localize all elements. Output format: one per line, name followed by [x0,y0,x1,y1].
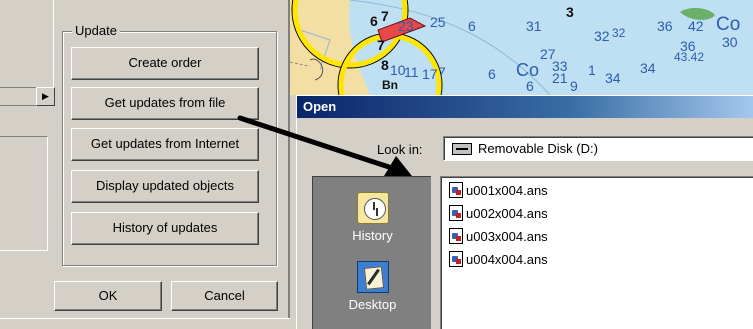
chart-depth: 3 [566,4,574,20]
chart-depth: Co [716,14,741,35]
places-desktop[interactable]: Desktop [313,261,432,312]
chart-depth: 7 [381,8,389,24]
chart-depth: 21 [552,70,568,86]
history-icon [356,192,389,224]
look-in-dropdown[interactable]: Removable Disk (D:) [443,136,753,161]
horizontal-scrollbar[interactable]: ▶ [0,87,56,106]
chart-depth: 23 [398,18,414,34]
file-list[interactable]: u001x004.ans u002x004.ans u003x004.ans u… [440,176,753,329]
display-updated-objects-button[interactable]: Display updated objects [71,170,259,203]
create-order-button[interactable]: Create order [71,47,259,80]
file-name: u003x004.ans [466,228,548,244]
desktop-icon [356,261,389,293]
open-file-dialog: Open Look in: Removable Disk (D:) Histor… [296,95,753,329]
get-updates-from-internet-button[interactable]: Get updates from Internet [71,128,259,161]
panel-bottom-edge [0,318,290,329]
chart-depth: 30 [722,34,738,50]
removable-disk-icon [452,143,472,155]
file-name: u002x004.ans [466,205,548,221]
chart-depth: 8 [381,57,389,73]
chart-depth: 7 [377,37,385,53]
chart-depth: 32 [594,28,610,44]
update-group-title: Update [72,23,120,38]
chart-depth: 31 [526,18,542,34]
chart-depth: 43.42 [674,50,705,64]
chart-depth: 17 [422,66,438,82]
places-history-label: History [352,228,393,243]
chart-depth: 36 [657,18,673,34]
chart-depth: 25 [430,14,446,30]
places-bar: History Desktop [312,176,431,329]
nautical-chart: 6 7 7 8 23 25 6 3 31 32 36 42 Co 36 30 4… [290,0,753,95]
chart-depth: 1 [588,62,596,78]
get-updates-from-file-button[interactable]: Get updates from file [71,87,259,120]
ans-file-icon [449,205,463,221]
look-in-value: Removable Disk (D:) [478,141,598,156]
chart-depth: 9 [570,78,578,94]
ok-button[interactable]: OK [54,281,162,311]
file-item[interactable]: u003x004.ans [449,227,548,245]
left-list-box [0,0,54,88]
places-history[interactable]: History [313,192,432,243]
file-item[interactable]: u001x004.ans [449,181,548,199]
chart-depth: 11 [404,64,419,80]
scroll-track[interactable] [0,87,36,106]
file-name: u001x004.ans [466,182,548,198]
dialog-title: Open [303,99,337,114]
ans-file-icon [449,251,463,267]
cancel-button[interactable]: Cancel [171,281,278,311]
chart-depth: 32 [612,26,626,40]
chart-depth: 6 [488,66,496,82]
scroll-right-icon: ▶ [42,91,49,101]
file-name: u004x004.ans [466,251,548,267]
ans-file-icon [449,182,463,198]
chart-depth: 6 [526,78,534,94]
chart-depth: 34 [605,70,621,86]
chart-depth: 42 [688,18,704,34]
chart-depth: 6 [370,13,378,29]
history-of-updates-button[interactable]: History of updates [71,212,259,245]
chart-depth: 7 [438,64,446,80]
chart-depth: Bn [382,78,398,92]
places-desktop-label: Desktop [348,297,397,312]
file-item[interactable]: u002x004.ans [449,204,548,222]
chart-depth: 34 [640,60,656,76]
scroll-right-button[interactable]: ▶ [36,87,55,106]
update-panel: ▶ Update Create order Get updates from f… [0,0,290,329]
left-info-box [0,136,48,251]
file-item[interactable]: u004x004.ans [449,250,548,268]
dialog-title-bar[interactable]: Open [297,96,753,118]
look-in-label: Look in: [377,142,423,157]
chart-depth: 6 [468,18,476,34]
ans-file-icon [449,228,463,244]
